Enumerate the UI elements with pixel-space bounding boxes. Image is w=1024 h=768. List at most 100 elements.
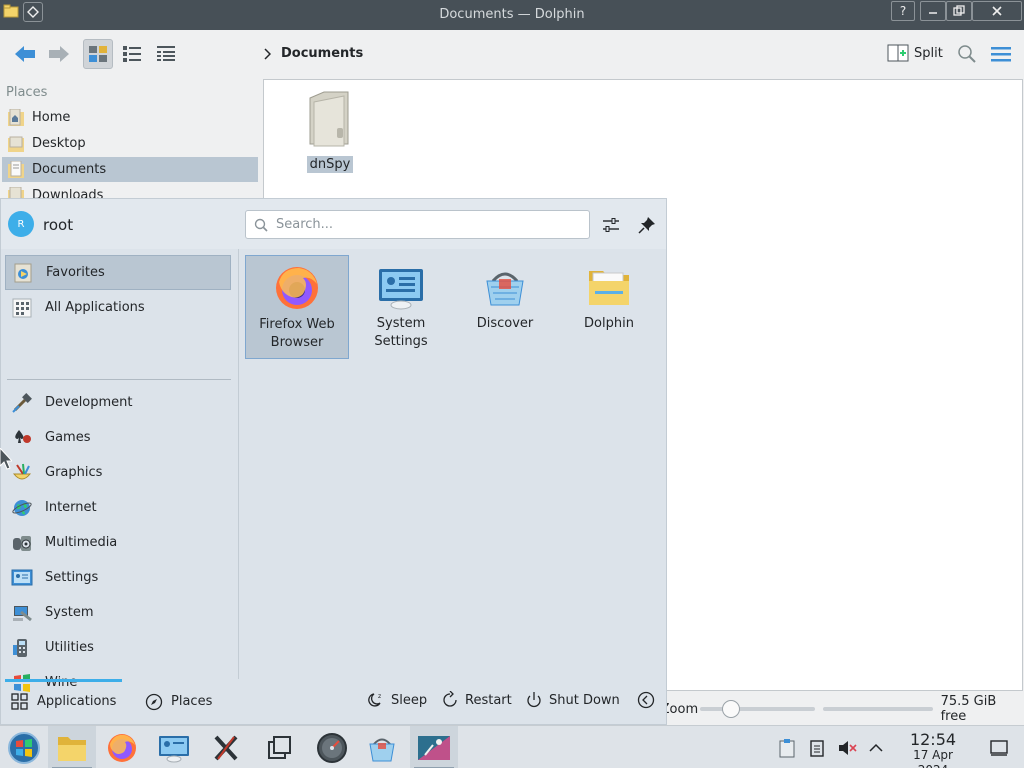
- zoom-label: Zoom:: [663, 701, 699, 717]
- category-graphics[interactable]: Graphics: [5, 455, 231, 490]
- compact-view-button[interactable]: [117, 39, 147, 69]
- sleep-icon: z: [368, 693, 381, 707]
- system-settings-icon: [159, 735, 189, 762]
- task-firefox[interactable]: [98, 726, 146, 768]
- favorite-firefox[interactable]: Firefox Web Browser: [245, 255, 349, 359]
- minimize-icon: [929, 12, 937, 14]
- system-settings-icon: [377, 263, 425, 311]
- shutdown-label: Shut Down: [549, 692, 620, 708]
- clipboard-icon: [779, 739, 795, 758]
- dolphin-icon: [58, 736, 86, 761]
- editor-icon: [418, 735, 450, 760]
- tab-applications[interactable]: Applications: [5, 679, 123, 724]
- task-discover[interactable]: [358, 726, 406, 768]
- category-multimedia[interactable]: Multimedia: [5, 525, 231, 560]
- taskbar: 12:54 17 Apr 2024: [0, 725, 1024, 768]
- show-desktop-button[interactable]: [988, 737, 1010, 759]
- search-input[interactable]: [276, 217, 576, 232]
- search-button[interactable]: [954, 39, 980, 69]
- breadcrumb-current[interactable]: Documents: [281, 46, 363, 61]
- clock-time: 12:54: [909, 730, 957, 749]
- zoom-slider[interactable]: [700, 700, 816, 718]
- mouse-cursor: [0, 447, 14, 474]
- icons-view-button[interactable]: [83, 39, 113, 69]
- category-label: Games: [45, 430, 91, 445]
- task-x-app[interactable]: [202, 726, 250, 768]
- power-icon: [527, 692, 541, 708]
- file-item-folder[interactable]: dnSpy: [304, 88, 356, 173]
- favorite-discover[interactable]: Discover: [453, 255, 557, 359]
- zoom-slider-handle[interactable]: [722, 700, 741, 718]
- graphics-icon: [11, 462, 33, 484]
- sliders-icon: [603, 218, 619, 232]
- tray-expand-button[interactable]: [865, 737, 887, 759]
- favorite-dolphin[interactable]: Dolphin: [557, 255, 661, 359]
- category-utilities[interactable]: Utilities: [5, 630, 231, 665]
- window-titlebar[interactable]: Documents — Dolphin ?: [0, 0, 1024, 30]
- task-kate[interactable]: [410, 726, 458, 768]
- tab-label: Applications: [37, 694, 117, 709]
- system-icon: [11, 602, 33, 624]
- split-button[interactable]: Split: [887, 43, 943, 63]
- place-item-home[interactable]: Home: [2, 105, 258, 130]
- home-folder-icon: [8, 108, 24, 127]
- place-item-desktop[interactable]: Desktop: [2, 131, 258, 156]
- back-button[interactable]: [10, 39, 40, 69]
- favorites-icon: [12, 262, 34, 284]
- category-all-applications[interactable]: All Applications: [5, 290, 231, 325]
- shutdown-button[interactable]: Shut Down: [525, 691, 620, 709]
- category-label: Graphics: [45, 465, 103, 480]
- task-system-settings[interactable]: [150, 726, 198, 768]
- main-toolbar: Documents Split: [0, 30, 1024, 78]
- status-bar: Zoom: 75.5 GiB free: [663, 693, 1024, 725]
- place-item-documents[interactable]: Documents: [2, 157, 258, 182]
- restore-button[interactable]: [946, 1, 972, 21]
- forward-button[interactable]: [44, 39, 74, 69]
- sleep-button[interactable]: z Sleep: [367, 691, 427, 709]
- volume-tray-icon[interactable]: [836, 737, 858, 759]
- close-button[interactable]: [972, 1, 1022, 21]
- svg-text:z: z: [378, 693, 381, 700]
- task-dolphin[interactable]: [48, 726, 96, 768]
- dolphin-icon: [585, 263, 633, 311]
- category-system[interactable]: System: [5, 595, 231, 630]
- digital-clock[interactable]: 12:54 17 Apr 2024: [896, 731, 970, 768]
- search-icon: [254, 218, 268, 232]
- configure-button[interactable]: [600, 214, 622, 236]
- category-development[interactable]: Development: [5, 385, 231, 420]
- favorite-system-settings[interactable]: System Settings: [349, 255, 453, 359]
- tab-label: Places: [171, 694, 213, 709]
- category-list: Favorites All Applications Development G…: [1, 249, 239, 692]
- breadcrumb[interactable]: Documents: [263, 46, 363, 61]
- launcher-footer: Applications Places z Sleep Restart Shut…: [1, 679, 666, 724]
- help-button[interactable]: ?: [891, 1, 915, 21]
- disk-usage-bar: [823, 707, 933, 711]
- leave-button[interactable]: [637, 691, 655, 709]
- category-settings[interactable]: Settings: [5, 560, 231, 595]
- task-safe-app[interactable]: [308, 726, 356, 768]
- tab-places[interactable]: Places: [137, 679, 220, 724]
- notes-tray-icon[interactable]: [806, 737, 828, 759]
- start-menu-button[interactable]: [0, 726, 48, 768]
- minimize-button[interactable]: [920, 1, 946, 21]
- pin-button[interactable]: [636, 214, 658, 236]
- gauge-icon: [317, 732, 347, 763]
- details-view-button[interactable]: [151, 39, 181, 69]
- hamburger-menu-button[interactable]: [988, 39, 1014, 69]
- category-label: Settings: [45, 570, 99, 585]
- discover-icon: [369, 738, 395, 761]
- documents-folder-icon: [8, 160, 24, 179]
- restart-label: Restart: [465, 692, 512, 708]
- category-internet[interactable]: Internet: [5, 490, 231, 525]
- avatar[interactable]: R: [8, 211, 34, 237]
- category-separator: [7, 379, 231, 380]
- category-games[interactable]: Games: [5, 420, 231, 455]
- clipboard-tray-icon[interactable]: [776, 737, 798, 759]
- launcher-search[interactable]: [245, 210, 590, 239]
- category-favorites[interactable]: Favorites: [5, 255, 231, 290]
- place-label: Home: [32, 110, 71, 125]
- task-window-switcher[interactable]: [256, 726, 304, 768]
- category-label: Internet: [45, 500, 97, 515]
- restart-button[interactable]: Restart: [441, 691, 512, 709]
- settings-icon: [11, 567, 33, 589]
